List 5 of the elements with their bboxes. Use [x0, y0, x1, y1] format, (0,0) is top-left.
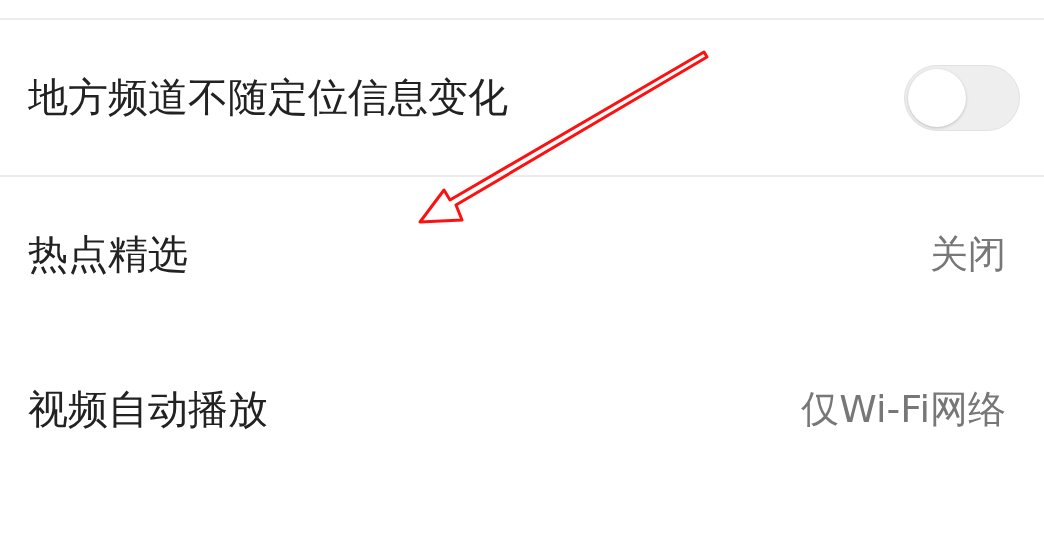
setting-label: 热点精选 [28, 230, 188, 279]
setting-label: 视频自动播放 [28, 385, 268, 434]
setting-value[interactable]: 关闭 [930, 229, 1006, 280]
setting-value[interactable]: 仅Wi-Fi网络 [801, 384, 1006, 435]
setting-label: 地方频道不随定位信息变化 [28, 73, 508, 122]
